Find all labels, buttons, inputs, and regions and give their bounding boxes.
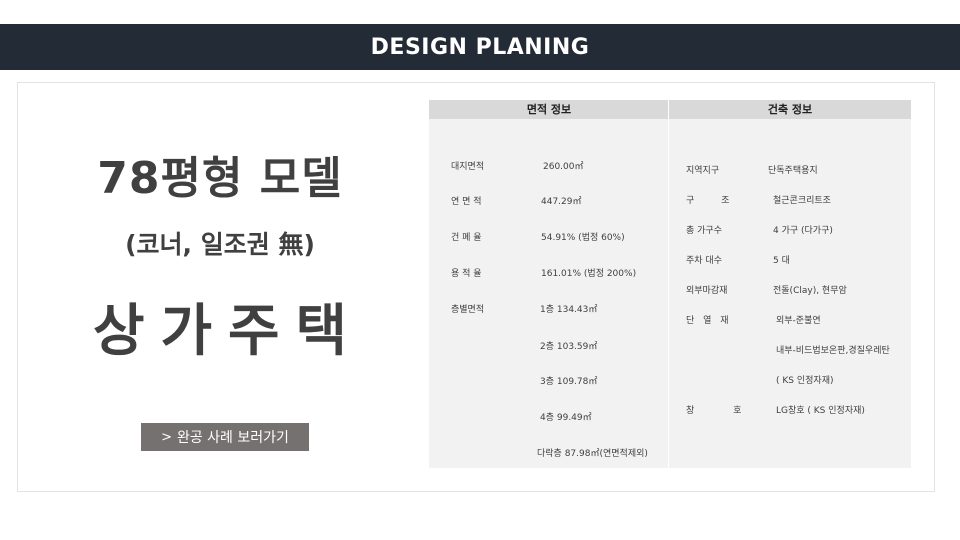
page-title: DESIGN PLANING: [370, 34, 590, 60]
building-row-label: 구 조: [686, 196, 742, 206]
area-row-label: 대지면적: [451, 162, 485, 172]
building-row-value: LG창호 ( KS 인정자재): [776, 406, 865, 416]
building-row-label: 지역지구: [686, 166, 720, 176]
area-row-value: 161.01% (법정 200%): [541, 269, 637, 279]
area-row-value: 다락층 87.98㎡(연면적제외): [537, 449, 648, 459]
area-info-header: 면적 정보: [429, 100, 669, 119]
area-row-value: 54.91% (법정 60%): [541, 233, 625, 243]
building-row-label: 단 열 재: [686, 316, 732, 326]
chevron-right-icon: >: [161, 429, 172, 445]
building-row-label: 외부마감재: [686, 286, 728, 296]
design-planning-slide: DESIGN PLANING 78평형 모델 (코너, 일조권 無) 상가주택 …: [0, 0, 960, 540]
area-row-label: 층별면적: [451, 305, 485, 315]
building-row-value: 4 가구 (다가구): [773, 226, 833, 236]
area-row-value: 447.29㎡: [541, 197, 582, 207]
building-row-label: 주차 대수: [686, 256, 722, 266]
building-row-value: 외부-준불연: [776, 316, 821, 326]
panel-divider: [668, 100, 669, 468]
area-row-value: 260.00㎡: [543, 162, 584, 172]
view-completed-cases-label: 완공 사례 보러가기: [176, 430, 289, 446]
building-row-value: 전돌(Clay), 현무암: [773, 286, 847, 296]
building-row-label: 총 가구수: [686, 226, 722, 236]
building-info-header: 건축 정보: [669, 100, 911, 119]
area-row-value: 1층 134.43㎡: [540, 305, 598, 315]
building-row-value: 내부-비드법보온판,경질우레탄: [776, 346, 890, 356]
area-row-value: 4층 99.49㎡: [540, 413, 592, 423]
area-row-label: 건 폐 율: [451, 233, 482, 243]
model-title: 78평형 모델: [97, 153, 343, 204]
building-row-label: 창 호: [686, 406, 760, 416]
building-row-value: ( KS 인정자재): [776, 376, 834, 386]
area-row-value: 2층 103.59㎡: [540, 342, 598, 352]
building-row-value: 철근콘크리트조: [773, 196, 831, 206]
header-bar: DESIGN PLANING: [0, 24, 960, 70]
area-row-label: 용 적 율: [451, 269, 482, 279]
view-completed-cases-button[interactable]: > 완공 사례 보러가기: [141, 423, 309, 451]
building-type-title: 상가주택: [92, 299, 364, 364]
building-row-value: 단독주택용지: [768, 166, 818, 176]
model-subtitle: (코너, 일조권 無): [125, 230, 315, 259]
area-row-value: 3층 109.78㎡: [540, 377, 598, 387]
building-row-value: 5 대: [773, 256, 790, 266]
area-row-label: 연 면 적: [451, 197, 482, 207]
